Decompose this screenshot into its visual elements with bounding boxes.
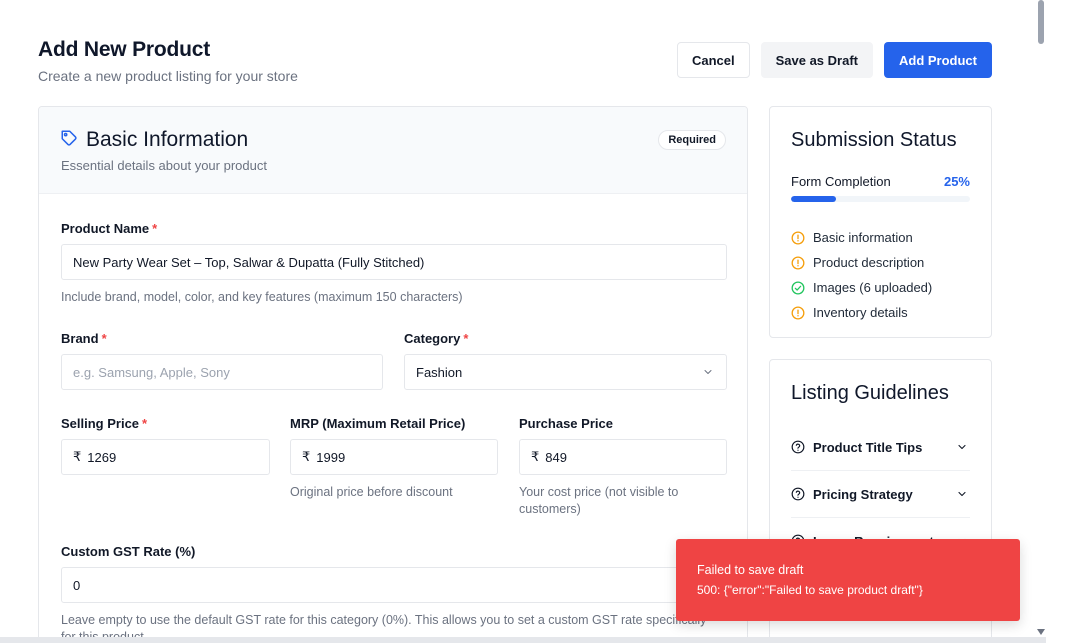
completion-label: Form Completion: [791, 174, 891, 189]
product-name-label-text: Product Name: [61, 221, 150, 236]
required-badge: Required: [658, 130, 726, 150]
required-star: *: [101, 331, 107, 346]
brand-field[interactable]: [61, 354, 383, 390]
alert-circle-icon: [791, 256, 805, 269]
status-item: Basic information: [791, 225, 932, 250]
purchase-price-help: Your cost price (not visible to customer…: [519, 485, 679, 516]
category-select[interactable]: Fashion: [404, 354, 727, 390]
guideline-label: Pricing Strategy: [813, 486, 913, 502]
chevron-down-icon: [958, 444, 966, 450]
status-item: Inventory details: [791, 300, 932, 325]
guideline-accordion-pricing[interactable]: Pricing Strategy: [791, 471, 970, 518]
brand-label-text: Brand: [61, 331, 99, 346]
progress-fill: [791, 196, 836, 202]
required-star: *: [463, 331, 469, 346]
gst-field[interactable]: [61, 567, 727, 603]
toast-message: 500: {"error":"Failed to save product dr…: [697, 583, 923, 597]
submission-status-card: Submission Status Form Completion 25% Ba…: [769, 106, 992, 338]
chevron-down-icon: [958, 491, 966, 497]
brand-input[interactable]: [73, 364, 371, 380]
brand-label: Brand *: [61, 331, 107, 346]
mrp-input[interactable]: [316, 449, 486, 465]
purchase-price-label: Purchase Price: [519, 416, 613, 431]
help-circle-icon: [791, 487, 805, 501]
listing-guidelines-title: Listing Guidelines: [791, 382, 949, 404]
error-toast[interactable]: Failed to save draft 500: {"error":"Fail…: [676, 539, 1020, 621]
product-name-field[interactable]: [61, 244, 727, 280]
status-item: Product description: [791, 250, 932, 275]
status-checklist: Basic information Product description Im…: [791, 225, 932, 325]
category-label-text: Category: [404, 331, 461, 346]
chevron-down-icon: [704, 370, 712, 374]
required-star: *: [152, 221, 158, 236]
guideline-label: Product Title Tips: [813, 439, 923, 455]
card-header: Basic Information Essential details abou…: [39, 107, 747, 194]
completion-percentage: 25%: [943, 174, 970, 189]
save-draft-button[interactable]: Save as Draft: [760, 42, 873, 78]
page-subtitle: Create a new product listing for your st…: [38, 68, 298, 84]
status-item-label: Images (6 uploaded): [813, 280, 933, 295]
product-name-input[interactable]: [73, 254, 715, 270]
mrp-field[interactable]: ₹: [290, 439, 498, 475]
product-name-label: Product Name *: [61, 221, 157, 236]
page-header: Add New Product Create a new product lis…: [38, 38, 298, 84]
selling-price-input[interactable]: [87, 449, 258, 465]
status-item-label: Basic information: [813, 230, 913, 245]
cancel-button[interactable]: Cancel: [676, 42, 750, 78]
completion-progress-bar: [791, 196, 970, 202]
status-item-label: Product description: [813, 255, 925, 270]
completion-row: Form Completion 25%: [791, 174, 970, 189]
selling-price-label-text: Selling Price: [61, 416, 140, 431]
selling-price-label: Selling Price *: [61, 416, 147, 431]
header-actions: Cancel Save as Draft Add Product: [676, 42, 992, 78]
purchase-price-field[interactable]: ₹: [519, 439, 727, 475]
gst-label: Custom GST Rate (%): [61, 544, 196, 559]
guideline-accordion-title-tips[interactable]: Product Title Tips: [791, 424, 970, 471]
help-circle-icon: [791, 440, 805, 454]
selling-price-field[interactable]: ₹: [61, 439, 270, 475]
required-star: *: [142, 416, 148, 431]
add-product-button[interactable]: Add Product: [884, 42, 992, 78]
card-title: Basic Information: [86, 128, 249, 151]
page-title: Add New Product: [38, 38, 211, 61]
toast-title: Failed to save draft: [697, 563, 804, 577]
mrp-help: Original price before discount: [290, 485, 453, 499]
basic-information-card: Basic Information Essential details abou…: [38, 106, 748, 643]
tag-icon: [61, 130, 77, 146]
rupee-icon: ₹: [531, 449, 540, 464]
card-description: Essential details about your product: [61, 158, 267, 173]
purchase-price-input[interactable]: [545, 449, 715, 465]
category-label: Category *: [404, 331, 468, 346]
category-selected-value: Fashion: [416, 364, 463, 380]
status-item-label: Inventory details: [813, 305, 908, 320]
rupee-icon: ₹: [302, 449, 311, 464]
alert-circle-icon: [791, 306, 805, 319]
gst-input[interactable]: [73, 577, 715, 593]
rupee-icon: ₹: [73, 449, 82, 464]
bottom-edge: [0, 637, 1046, 643]
check-circle-icon: [791, 281, 805, 294]
scroll-thumb[interactable]: [1038, 0, 1044, 44]
product-name-help: Include brand, model, color, and key fea…: [61, 290, 463, 304]
scroll-down-icon[interactable]: [1037, 629, 1045, 635]
alert-circle-icon: [791, 231, 805, 244]
mrp-label: MRP (Maximum Retail Price): [290, 416, 466, 431]
status-item: Images (6 uploaded): [791, 275, 932, 300]
page-scrollbar[interactable]: [1036, 0, 1046, 643]
submission-status-title: Submission Status: [791, 129, 957, 151]
